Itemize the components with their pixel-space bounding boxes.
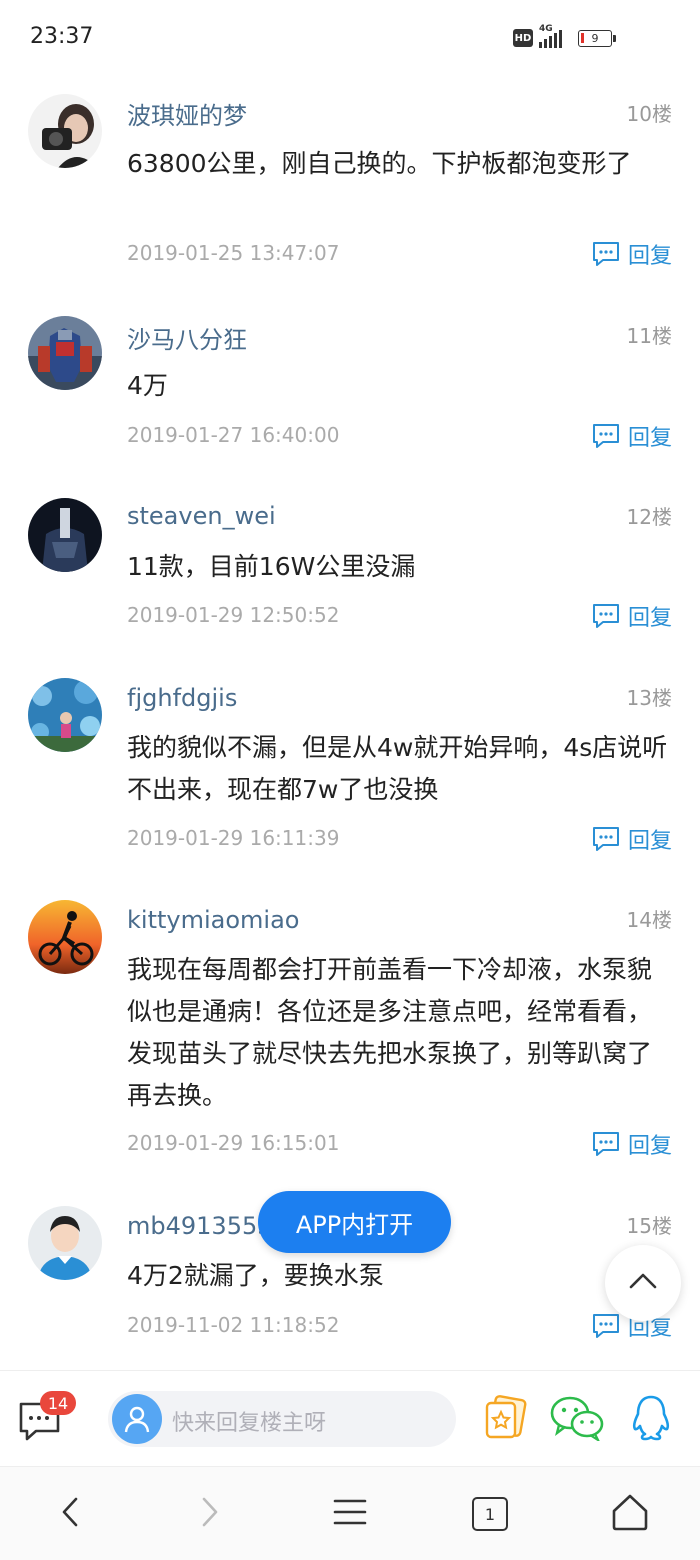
username[interactable]: 波琪娅的梦 — [127, 96, 247, 131]
reply-button[interactable]: 回复 — [592, 238, 672, 270]
nav-forward-button[interactable] — [185, 1491, 235, 1537]
comment-time: 2019-01-27 16:40:00 — [127, 423, 340, 447]
reply-bar: 14 快来回复楼主呀 — [0, 1370, 700, 1466]
chat-bubble-icon — [18, 1402, 64, 1447]
collect-button[interactable] — [480, 1395, 530, 1445]
comment-dots-icon — [592, 603, 620, 629]
comment-content: 11款，目前16W公里没漏 — [127, 552, 416, 581]
nav-menu-button[interactable] — [325, 1491, 375, 1537]
status-bar: 23:37 HD 4G 9 — [0, 0, 700, 80]
star-card-icon — [483, 1395, 527, 1445]
user-avatar[interactable] — [28, 900, 102, 974]
qq-share-button[interactable] — [626, 1395, 676, 1445]
comment-dots-icon — [592, 423, 620, 449]
floor-number: 13楼 — [626, 686, 672, 710]
reply-label: 回复 — [627, 426, 672, 451]
username[interactable]: 沙马八分狂 — [127, 320, 247, 355]
chevron-left-icon — [61, 1496, 79, 1532]
nav-back-button[interactable] — [45, 1491, 95, 1537]
floor-number: 10楼 — [626, 102, 672, 126]
floor-number: 12楼 — [626, 505, 672, 529]
hamburger-icon — [333, 1497, 367, 1531]
open-in-app-label: APP内打开 — [295, 1210, 414, 1239]
wechat-icon — [549, 1395, 605, 1445]
comment-time: 2019-01-29 12:50:52 — [127, 603, 340, 627]
comment-time: 2019-01-25 13:47:07 — [127, 241, 340, 265]
user-avatar[interactable] — [28, 316, 102, 390]
reply-button[interactable]: 回复 — [592, 823, 672, 855]
comment-content: 4万2就漏了，要换水泵 — [127, 1261, 384, 1290]
username[interactable]: mb4913553 — [127, 1212, 273, 1240]
reply-button[interactable]: 回复 — [592, 420, 672, 452]
reply-placeholder: 快来回复楼主呀 — [172, 1411, 327, 1436]
comment-content: 我现在每周都会打开前盖看一下冷却液，水泵貌似也是通病！各位还是多注意点吧，经常看… — [127, 955, 653, 1110]
tab-count: 1 — [484, 1504, 496, 1524]
user-icon — [112, 1394, 162, 1444]
comment-content: 我的貌似不漏，但是从4w就开始异响，4s店说听不出来，现在都7w了也没换 — [127, 733, 668, 804]
network-label: 4G — [539, 24, 553, 34]
username[interactable]: fjghfdgjis — [127, 684, 237, 712]
reply-input[interactable]: 快来回复楼主呀 — [108, 1391, 456, 1447]
message-count-badge: 14 — [40, 1391, 76, 1415]
wechat-share-button[interactable] — [549, 1395, 605, 1445]
reply-label: 回复 — [627, 829, 672, 854]
username[interactable]: kittymiaomiao — [127, 906, 299, 934]
comment-content: 4万 — [127, 371, 168, 400]
chevron-up-icon — [628, 1272, 658, 1294]
reply-button[interactable]: 回复 — [592, 1128, 672, 1160]
comment-content: 63800公里，刚自己换的。下护板都泡变形了 — [127, 149, 632, 178]
user-avatar[interactable] — [28, 94, 102, 168]
hd-icon: HD — [513, 29, 533, 47]
comment-time: 2019-11-02 11:18:52 — [127, 1313, 340, 1337]
battery-icon: 9 — [578, 29, 616, 47]
floor-number: 11楼 — [626, 324, 672, 348]
reply-label: 回复 — [627, 1134, 672, 1159]
username[interactable]: steaven_wei — [127, 502, 276, 530]
nav-home-button[interactable] — [605, 1491, 655, 1537]
qq-penguin-icon — [629, 1394, 673, 1446]
battery-level: 9 — [591, 31, 599, 45]
comment-time: 2019-01-29 16:15:01 — [127, 1131, 340, 1155]
tabs-icon: 1 — [472, 1497, 508, 1531]
status-time: 23:37 — [30, 24, 94, 49]
comment-dots-icon — [592, 1313, 620, 1339]
scroll-top-button[interactable] — [605, 1245, 681, 1321]
browser-nav-bar: 1 — [0, 1466, 700, 1560]
status-icons: HD 4G 9 — [513, 24, 616, 48]
reply-label: 回复 — [627, 244, 672, 269]
reply-button[interactable]: 回复 — [592, 600, 672, 632]
floor-number: 15楼 — [626, 1214, 672, 1238]
nav-tabs-button[interactable]: 1 — [465, 1491, 515, 1537]
floor-number: 14楼 — [626, 908, 672, 932]
user-avatar[interactable] — [28, 678, 102, 752]
open-in-app-button[interactable]: APP内打开 — [258, 1191, 451, 1253]
comment-dots-icon — [592, 241, 620, 267]
user-avatar[interactable] — [28, 1206, 102, 1280]
user-avatar[interactable] — [28, 498, 102, 572]
reply-label: 回复 — [627, 606, 672, 631]
home-icon — [610, 1493, 650, 1535]
comment-dots-icon — [592, 826, 620, 852]
signal-icon: 4G — [539, 24, 562, 48]
chevron-right-icon — [201, 1496, 219, 1532]
comment-time: 2019-01-29 16:11:39 — [127, 826, 340, 850]
comment-dots-icon — [592, 1131, 620, 1157]
